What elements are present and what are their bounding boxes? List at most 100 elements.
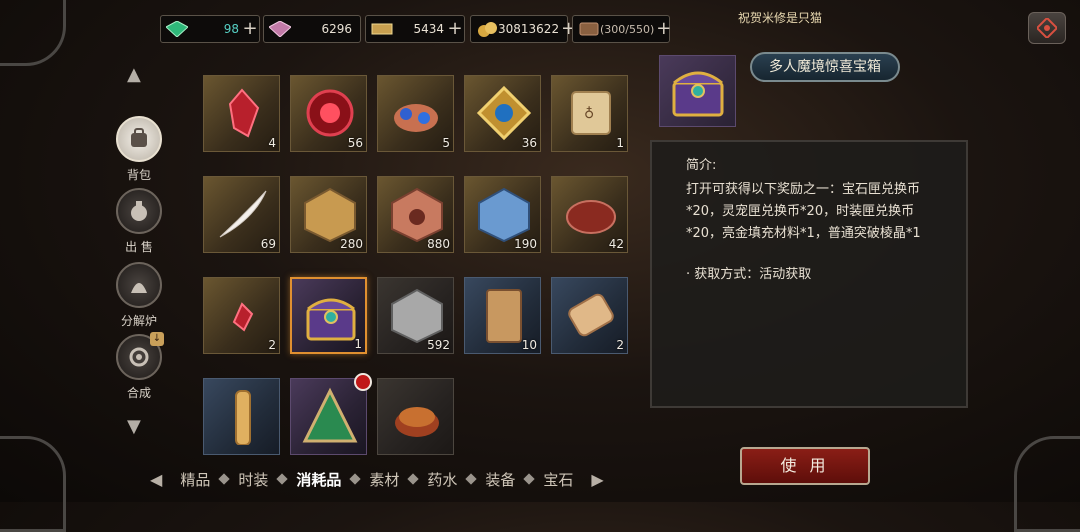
nav-item-furnace[interactable]: 分解炉 xyxy=(116,262,162,329)
tab-item[interactable]: 装备 xyxy=(485,469,515,490)
item-count: 69 xyxy=(260,237,276,251)
pink-gem-count: 6296 xyxy=(321,22,352,36)
inventory-slot[interactable]: 69 xyxy=(203,176,280,253)
tabs-left-arrow-icon[interactable]: ◀ xyxy=(150,470,162,489)
red-crystal-icon xyxy=(228,88,260,138)
bag-capacity: (300/550) xyxy=(600,22,655,36)
tab-item[interactable]: 消耗品 xyxy=(296,469,341,490)
food-bowl-icon xyxy=(395,407,439,437)
category-tabs: ◀ 精品 时装 消耗品 素材 药水 装备 宝石 ▶ xyxy=(140,466,614,492)
emblem-icon xyxy=(1037,18,1057,38)
item-count: 36 xyxy=(521,136,537,150)
paw-emblem-icon xyxy=(391,187,443,243)
tab-divider xyxy=(276,473,289,485)
inventory-slot[interactable]: 2 xyxy=(551,277,628,354)
svg-text:♁: ♁ xyxy=(584,106,594,122)
settings-button[interactable] xyxy=(1028,12,1066,44)
add-emerald-button[interactable]: + xyxy=(241,20,259,38)
tab-item[interactable]: 宝石 xyxy=(543,469,573,490)
nav-up-arrow-icon[interactable]: ▲ xyxy=(127,64,141,85)
inventory-slot[interactable]: 280 xyxy=(290,176,367,253)
furnace-icon xyxy=(116,262,162,308)
add-ticket-button[interactable]: + xyxy=(446,20,464,38)
inventory-grid: 4 56 5 36 ♁ 1 69 280 880 190 42 2 1 592 10 2 xyxy=(203,75,628,455)
item-count: 280 xyxy=(340,237,363,251)
inventory-slot[interactable] xyxy=(377,378,454,455)
gold-scroll-icon xyxy=(235,390,251,445)
silver-emblem-icon xyxy=(391,288,443,344)
blue-emblem-icon xyxy=(478,187,530,243)
meat-icon xyxy=(566,200,616,234)
item-count: 1 xyxy=(354,337,362,351)
tab-item[interactable]: 素材 xyxy=(369,469,399,490)
item-count: 2 xyxy=(616,338,624,352)
ticket-icon xyxy=(371,21,393,37)
announcement-ticker: 祝贺米修是只猫 xyxy=(738,11,823,25)
tab-divider xyxy=(523,473,536,485)
description-heading: 简介: xyxy=(686,158,717,173)
gold-coins-icon xyxy=(476,21,498,37)
backpack-icon xyxy=(116,116,162,162)
gold-emblem-icon xyxy=(304,187,356,243)
item-count: 10 xyxy=(521,338,537,352)
inventory-slot[interactable] xyxy=(290,373,372,455)
inventory-slot[interactable]: 36 xyxy=(464,75,541,152)
nav-item-sell[interactable]: 出 售 xyxy=(116,188,162,255)
item-count: 1 xyxy=(616,136,624,150)
inventory-slot[interactable] xyxy=(203,378,280,455)
red-orb-icon xyxy=(306,89,354,137)
gold-amulet-icon xyxy=(476,85,532,141)
gold-count: 30813622 xyxy=(498,22,560,36)
tab-item[interactable]: 精品 xyxy=(180,469,210,490)
tabs-right-arrow-icon[interactable]: ▶ xyxy=(591,470,603,489)
resource-pink-gem: 6296 xyxy=(263,15,361,43)
inventory-slot[interactable]: 592 xyxy=(377,277,454,354)
inventory-slot[interactable]: 10 xyxy=(464,277,541,354)
nav-label: 出 售 xyxy=(125,240,153,254)
item-count: 5 xyxy=(442,136,450,150)
treasure-chest-icon xyxy=(306,298,356,341)
rolled-scroll-icon xyxy=(568,293,614,337)
item-count: 56 xyxy=(347,136,363,150)
parchment-icon xyxy=(486,289,522,343)
inventory-slot[interactable]: 5 xyxy=(377,75,454,152)
synthesis-alert-badge: ↓ xyxy=(150,332,164,346)
nav-down-arrow-icon[interactable]: ▼ xyxy=(127,416,141,437)
frame-corner xyxy=(1014,436,1080,532)
nav-item-backpack[interactable]: 背包 xyxy=(116,116,162,183)
scroll-icon: ♁ xyxy=(571,91,611,135)
inventory-slot[interactable]: 1 xyxy=(290,277,367,354)
pyramid-gem-icon xyxy=(302,387,358,443)
tab-divider xyxy=(218,473,230,485)
expand-bag-button[interactable]: + xyxy=(656,20,671,38)
money-bag-icon xyxy=(116,188,162,234)
use-button[interactable]: 使 用 xyxy=(740,447,870,485)
resource-emerald: 98 + xyxy=(160,15,260,43)
tab-divider xyxy=(407,473,420,485)
description-text: 打开可获得以下奖励之一：宝石匣兑换币*20，灵宠匣兑换币*20，时装匣兑换币*2… xyxy=(686,182,921,241)
resource-gold: 30813622 + xyxy=(470,15,576,43)
nav-label: 合成 xyxy=(126,386,151,400)
item-count: 2 xyxy=(268,338,276,352)
treasure-chest-icon xyxy=(672,71,724,117)
inventory-slot[interactable]: 56 xyxy=(290,75,367,152)
feather-icon xyxy=(219,190,267,238)
claw-gems-icon xyxy=(394,104,438,132)
item-count: 190 xyxy=(514,237,537,251)
ticket-count: 5434 xyxy=(413,22,444,36)
item-count: 4 xyxy=(268,136,276,150)
acquisition-method: · 获取方式：活动获取 xyxy=(686,267,812,282)
tab-divider xyxy=(465,473,478,485)
tab-item[interactable]: 时装 xyxy=(238,469,268,490)
resource-ticket: 5434 + xyxy=(365,15,465,43)
bag-icon xyxy=(578,21,600,37)
inventory-slot[interactable]: ♁ 1 xyxy=(551,75,628,152)
inventory-slot[interactable]: 4 xyxy=(203,75,280,152)
inventory-slot[interactable]: 2 xyxy=(203,277,280,354)
frame-corner xyxy=(0,436,66,532)
inventory-slot[interactable]: 42 xyxy=(551,176,628,253)
item-count: 592 xyxy=(427,338,450,352)
tab-item[interactable]: 药水 xyxy=(427,469,457,490)
inventory-slot[interactable]: 880 xyxy=(377,176,454,253)
inventory-slot[interactable]: 190 xyxy=(464,176,541,253)
